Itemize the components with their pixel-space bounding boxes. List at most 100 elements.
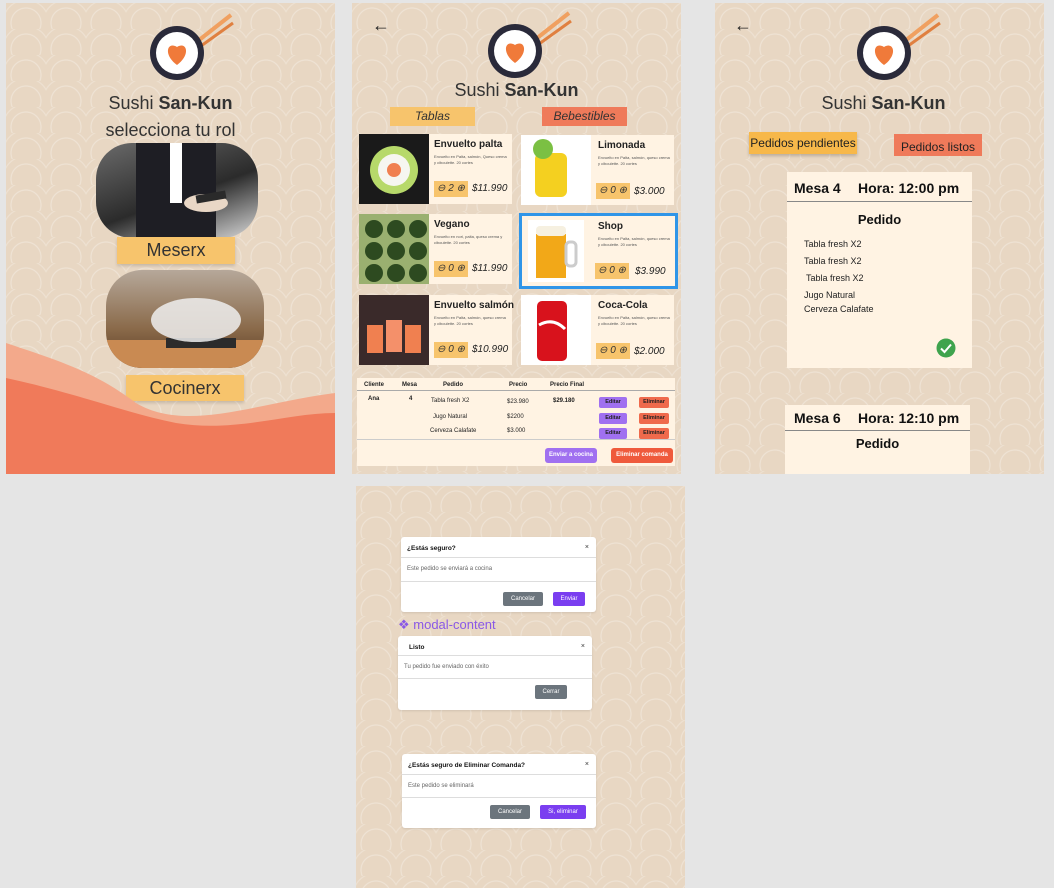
row-precio: $23.980 — [507, 399, 529, 405]
order-title: Pedido — [855, 436, 900, 451]
item-price: $10.990 — [472, 344, 509, 355]
order-time: Hora: 12:10 pm — [858, 410, 960, 426]
edit-button[interactable]: Editar — [599, 397, 627, 408]
row-pedido: Cerveza Calafate — [430, 428, 477, 434]
item-description: Envuelto en Palta, salmón, queso crema y… — [434, 315, 506, 326]
sushi-logo — [150, 13, 234, 80]
confirm-send-modal: ¿Estás seguro? × Este pedido se enviará … — [401, 537, 596, 612]
tab-bebestibles[interactable]: Bebestibles — [542, 107, 627, 126]
tab-pending-orders[interactable]: Pedidos pendientes — [749, 132, 857, 154]
item-photo — [521, 135, 591, 205]
modal-body: Tu pedido fue enviado con éxito — [404, 664, 489, 670]
order-header: Mesa 6 Hora: 12:10 pm — [785, 405, 970, 431]
cancel-button[interactable]: Cancelar — [503, 592, 543, 606]
sushi-roll-illustration — [370, 146, 418, 194]
beer-mug-illustration — [536, 226, 578, 278]
table-divider — [357, 439, 675, 440]
item-price: $11.990 — [472, 183, 508, 194]
cell-mesa: 4 — [409, 396, 413, 402]
brand-prefix: Sushi — [821, 93, 872, 113]
menu-screen: ← Sushi San-Kun Tablas Bebestibles Envue… — [352, 3, 681, 474]
quantity-stepper[interactable]: ⊖ 0 ⊕ — [596, 343, 630, 359]
brand-title: Sushi San-Kun — [6, 93, 335, 114]
col-precio: Precio — [509, 382, 528, 388]
item-description: Envuelto en Palta, salmón, Queso crema y… — [434, 154, 507, 165]
quantity-stepper[interactable]: ⊖ 0 ⊕ — [434, 342, 468, 358]
waiter-role-button[interactable]: Meserx — [117, 237, 235, 264]
order-card[interactable]: Mesa 4 Hora: 12:00 pm Pedido Tabla fresh… — [787, 172, 972, 368]
menu-card[interactable]: Envuelto palta Envuelto en Palta, salmón… — [359, 134, 512, 204]
modal-body: Este pedido se eliminará — [408, 783, 474, 789]
cola-can-illustration — [537, 301, 567, 361]
quantity-stepper[interactable]: ⊖ 0 ⊕ — [595, 263, 629, 279]
salmon-roll-illustration — [367, 320, 421, 353]
tab-ready-orders[interactable]: Pedidos listos — [894, 134, 982, 156]
item-price: $11.990 — [472, 263, 508, 274]
row-pedido: Tabla fresh X2 — [431, 398, 470, 404]
done-modal: Listo × Tu pedido fue enviado con éxito … — [398, 636, 592, 710]
brand-prefix: Sushi — [454, 80, 505, 100]
check-circle-icon[interactable] — [936, 338, 956, 358]
col-precio-final: Precio Final — [550, 382, 585, 388]
menu-card[interactable]: Vegano Envuelto en nori, palta, queso cr… — [359, 214, 512, 284]
order-title: Pedido — [857, 212, 902, 227]
back-arrow-icon[interactable]: ← — [734, 15, 752, 36]
close-icon[interactable]: × — [585, 544, 589, 551]
order-table: Cliente Mesa Pedido Precio Precio Final … — [357, 378, 675, 466]
brand-name: San-Kun — [871, 93, 946, 113]
order-item: Tabla fresh X2 — [806, 273, 864, 283]
item-price: $3.990 — [635, 266, 666, 277]
order-card[interactable]: Mesa 6 Hora: 12:10 pm Pedido — [785, 405, 970, 474]
cell-client: Ana — [368, 396, 380, 402]
edit-button[interactable]: Editar — [599, 413, 627, 424]
wave-decoration — [6, 343, 335, 474]
cancel-button[interactable]: Cancelar — [490, 805, 530, 819]
item-photo — [359, 214, 429, 284]
item-name: Limonada — [598, 140, 646, 151]
delete-button[interactable]: Eliminar — [639, 397, 669, 408]
item-description: Envuelto en nori, palta, queso crema y c… — [434, 234, 503, 245]
menu-card[interactable]: Coca-Cola Envuelto en Palta, salmón, que… — [521, 295, 674, 365]
brand-name: San-Kun — [158, 93, 233, 113]
send-to-kitchen-button[interactable]: Enviar a cocina — [545, 448, 597, 463]
divider — [401, 557, 596, 558]
cell-final-price: $29.180 — [553, 398, 575, 404]
quantity-stepper[interactable]: ⊖ 2 ⊕ — [434, 181, 468, 197]
quantity-stepper[interactable]: ⊖ 0 ⊕ — [596, 183, 630, 199]
item-photo — [521, 295, 591, 365]
col-mesa: Mesa — [402, 382, 418, 388]
delete-button[interactable]: Eliminar — [639, 428, 669, 439]
modal-body: Este pedido se enviará a cocina — [407, 566, 493, 572]
tab-tablas[interactable]: Tablas — [390, 107, 475, 126]
edit-button[interactable]: Editar — [599, 428, 627, 439]
close-icon[interactable]: × — [585, 761, 589, 768]
col-pedido: Pedido — [443, 382, 464, 388]
waiter-illustration — [136, 143, 228, 238]
col-cliente: Cliente — [364, 382, 385, 388]
item-photo — [528, 220, 584, 282]
delete-button[interactable]: Eliminar — [639, 413, 669, 424]
confirm-delete-button[interactable]: Si, eliminar — [540, 805, 586, 819]
quantity-stepper[interactable]: ⊖ 0 ⊕ — [434, 261, 468, 277]
vegan-roll-illustration — [365, 220, 427, 282]
delete-order-button[interactable]: Eliminar comanda — [611, 448, 673, 463]
modals-screen: ¿Estás seguro? × Este pedido se enviará … — [356, 486, 685, 888]
menu-card-selected[interactable]: Shop Envuelto en Palta, salmón, queso cr… — [519, 213, 678, 289]
row-precio: $3.000 — [507, 428, 526, 434]
item-description: Envuelto en Palta, salmón, queso crema y… — [598, 236, 670, 247]
item-name: Envuelto palta — [434, 139, 503, 150]
menu-card[interactable]: Limonada Envuelto en Palta, salmón, ques… — [521, 135, 674, 205]
menu-card[interactable]: Envuelto salmón Envuelto en Palta, salmó… — [359, 295, 514, 365]
divider — [402, 774, 596, 775]
waiter-photo — [96, 143, 258, 238]
back-arrow-icon[interactable]: ← — [372, 15, 390, 36]
item-name: Coca-Cola — [598, 300, 648, 311]
close-icon[interactable]: × — [581, 643, 585, 650]
brand-prefix: Sushi — [108, 93, 159, 113]
brand-title: Sushi San-Kun — [352, 80, 681, 101]
close-button[interactable]: Cerrar — [535, 685, 567, 699]
modal-title: ¿Estás seguro? — [407, 545, 456, 552]
send-button[interactable]: Enviar — [553, 592, 585, 606]
order-table: Mesa 6 — [794, 410, 841, 426]
item-name: Vegano — [434, 219, 470, 230]
